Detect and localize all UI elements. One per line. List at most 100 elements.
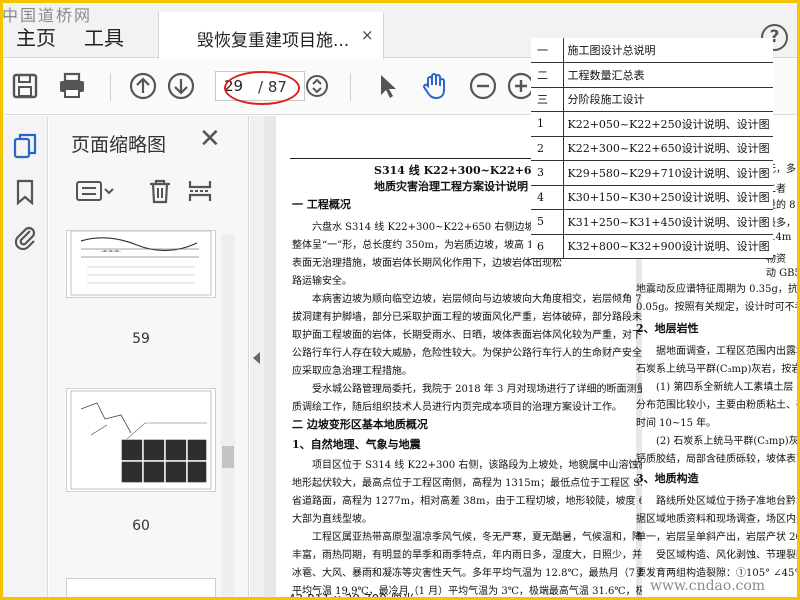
page-down-icon[interactable] xyxy=(166,71,196,101)
toolbar-separator xyxy=(110,73,111,101)
contents-title: K29+580~K29+710设计说明、设计图 xyxy=(563,160,773,186)
contents-number: 2 xyxy=(531,136,564,161)
doc-text: 表面无治理措施，坡面岩体长期风化作用下，边坡岩体出现松 xyxy=(292,258,562,269)
page-thumbnail[interactable]: -=-=-=- xyxy=(66,230,216,298)
contents-number: 三 xyxy=(531,87,564,112)
contents-title: K22+300~K22+650设计说明、设计图 xyxy=(563,136,773,161)
doc-text: 取护面工程坡面的岩体，长期受雨水、日晒，坡体表面岩体风化较为严重，对下部 xyxy=(292,330,652,341)
bookmark-icon[interactable] xyxy=(12,178,38,206)
contents-row: 1 K22+050~K22+250设计说明、设计图 xyxy=(531,111,773,137)
collapse-arrow-icon xyxy=(253,352,260,364)
contents-row: 3 K29+580~K29+710设计说明、设计图 xyxy=(531,160,773,186)
watermark-bottom: www.cndao.com xyxy=(650,578,766,594)
doc-text: 质调绘工作，随后组织技术人员进行内页完成本项目的治理方案设计工作。 xyxy=(292,402,622,413)
doc-text: 本病害边坡为顺向临空边坡，岩层倾向与边坡坡向大角度相交，岩层倾角 70°， xyxy=(312,294,663,305)
zoom-out-icon[interactable] xyxy=(468,71,498,101)
doc-subtitle: 地质灾害治理工程方案设计说明 xyxy=(374,180,528,193)
page-thumbnails-icon[interactable] xyxy=(12,132,38,160)
contents-row: 6 K32+800~K32+900设计说明、设计图 xyxy=(531,234,773,259)
subsection-heading: 1、自然地理、气象与地震 xyxy=(292,438,421,451)
subsection-heading: 2、地层岩性 xyxy=(636,322,699,335)
doc-text: 要发育两组构造裂隙：①105° ∠45°，裂 xyxy=(636,568,800,579)
contents-title: 施工图设计总说明 xyxy=(563,38,773,63)
contents-number: 1 xyxy=(531,111,564,137)
thumbnail-options-icon[interactable] xyxy=(75,178,115,204)
hand-icon[interactable] xyxy=(420,71,450,101)
panel-title: 页面缩略图 xyxy=(71,134,167,156)
page-thumbnail[interactable] xyxy=(66,578,216,600)
menu-tools[interactable]: 工具 xyxy=(84,22,124,51)
save-icon[interactable] xyxy=(10,71,40,101)
contents-title: K30+150~K30+250设计说明、设计图 xyxy=(563,185,773,210)
contents-row: 2 K22+300~K22+650设计说明、设计图 xyxy=(531,136,773,161)
doc-text: (2) 石炭系上统马平群(C₃mp)灰岩： xyxy=(656,436,800,447)
toolbar-separator xyxy=(350,73,351,101)
thumbnail-drawing: -=-=-=- xyxy=(70,230,212,296)
doc-text: 单一，岩层呈单斜产出，岩层产状 20° ∠ xyxy=(636,532,800,543)
menu-home[interactable]: 主页 xyxy=(16,22,56,51)
doc-text: 时间 10~15 年。 xyxy=(636,418,717,429)
contents-title: 分阶段施工设计 xyxy=(563,87,773,112)
doc-text: 钙质胶结，局部含硅质砾较，坡体表面 xyxy=(636,454,800,465)
contents-row: 5 K31+250~K31+450设计说明、设计图 xyxy=(531,209,773,235)
document-tab[interactable]: 毁恢复重建项目施... × xyxy=(158,12,384,59)
watermark-top: 中国道桥网 xyxy=(2,6,93,25)
doc-text: 受水城公路管理局委托，我院于 2018 年 3 月对现场进行了详细的断面测量和地 xyxy=(312,384,667,395)
doc-text: 地震动反应谱特征周期为 0.35g，抗震 xyxy=(636,284,800,295)
thumbnail-page-number: 59 xyxy=(132,331,150,347)
contents-row: 一施工图设计总说明 xyxy=(531,38,773,63)
doc-text: 项目区位于 S314 线 K22+300 右侧，该路段为上坡处，地貌属中山溶蚀斜… xyxy=(312,460,689,471)
attachment-icon[interactable] xyxy=(12,222,38,250)
contents-number: 5 xyxy=(531,209,564,235)
contents-row: 4 K30+150~K30+250设计说明、设计图 xyxy=(531,185,773,210)
doc-text: 工程区属亚热带高原型温凉季风气候，冬无严寒，夏无酷暑，气候温和，降水 xyxy=(312,532,652,543)
thumbnail-page-number: 60 xyxy=(132,518,150,534)
thumbnail-scrollbar[interactable] xyxy=(221,234,235,600)
delete-icon[interactable] xyxy=(147,178,173,204)
doc-text: 分布范围比较小，主要由粉质粘土、碎石 xyxy=(636,400,800,411)
page-up-icon[interactable] xyxy=(128,71,158,101)
contents-row: 三分阶段施工设计 xyxy=(531,87,773,112)
contents-table: 一施工图设计总说明二工程数量汇总表三分阶段施工设计 1 K22+050~K22+25… xyxy=(531,38,773,259)
select-arrow-icon[interactable] xyxy=(372,71,402,101)
scrollbar-thumb[interactable] xyxy=(222,446,234,468)
side-rail xyxy=(0,116,48,600)
doc-text: 公路行车行人存在较大威胁，危险性较大。为保护公路行车行人的生命财产安全， xyxy=(292,348,652,359)
doc-text: 大部为直线型坡。 xyxy=(292,514,372,525)
tab-close-icon[interactable]: × xyxy=(361,26,374,44)
doc-text: 冰雹、大风、暴雨和凝冻等灾害性天气。多年平均气温为 12.8℃，最热月（7 月） xyxy=(292,568,659,579)
contents-row: 二工程数量汇总表 xyxy=(531,62,773,88)
thumbnail-drawing xyxy=(70,390,212,490)
contents-number: 一 xyxy=(531,38,564,63)
print-icon[interactable] xyxy=(57,71,87,101)
doc-text: 省道路面，高程为 1277m，相对高差 38m，由于工程切坡，地形较陡，坡度 6… xyxy=(292,496,693,507)
doc-text: 路运输安全。 xyxy=(292,276,352,287)
contents-number: 3 xyxy=(531,160,564,186)
page-thumbnail[interactable] xyxy=(66,388,216,492)
panel-close-icon[interactable]: ✕ xyxy=(199,124,221,154)
contents-title: K22+050~K22+250设计说明、设计图 xyxy=(563,111,773,137)
doc-text: 丰富，雨热同期，有明显的旱季和雨季特点，年内雨日多，湿度大，日照少，并有 xyxy=(292,550,652,561)
contents-number: 4 xyxy=(531,185,564,210)
contents-title: 工程数量汇总表 xyxy=(563,62,773,88)
doc-text: 受区域构造、风化剥蚀、节理裂隙切 xyxy=(656,550,800,561)
section-heading: 二 边坡变形区基本地质概况 xyxy=(292,418,428,431)
panel-collapse-handle[interactable] xyxy=(250,116,264,600)
contents-title: K32+800~K32+900设计说明、设计图 xyxy=(563,234,773,259)
doc-text: 据地面调查，工程区范围内出露地层 xyxy=(656,346,800,357)
doc-text: 石炭系上统马平群(C₃mp)灰岩，按岩土体 xyxy=(636,364,800,375)
subsection-heading: 3、地质构造 xyxy=(636,472,699,485)
doc-text: (1) 第四系全新统人工素填土层 (Q xyxy=(656,382,800,393)
doc-text: 地形起伏较大，最高点位于工程区南侧，高程为 1315m；最低点位于工程区 S31… xyxy=(292,478,673,489)
contents-title: K31+250~K31+450设计说明、设计图 xyxy=(563,209,773,235)
highlight-circle xyxy=(224,71,300,105)
contents-number: 二 xyxy=(531,62,564,88)
doc-text: 动 GB5001 xyxy=(766,268,800,279)
insert-page-icon[interactable] xyxy=(187,178,213,204)
contents-number: 6 xyxy=(531,234,564,259)
doc-text: 据区域地质资料和现场调查，场区内无断 xyxy=(636,514,800,525)
tab-title: 毁恢复重建项目施... xyxy=(197,31,350,51)
thumbnail-panel: 页面缩略图 ✕ -=-=-=- 59 60 xyxy=(49,116,249,600)
fit-page-icon[interactable] xyxy=(302,71,332,101)
section-heading: 一 工程概况 xyxy=(292,198,351,211)
